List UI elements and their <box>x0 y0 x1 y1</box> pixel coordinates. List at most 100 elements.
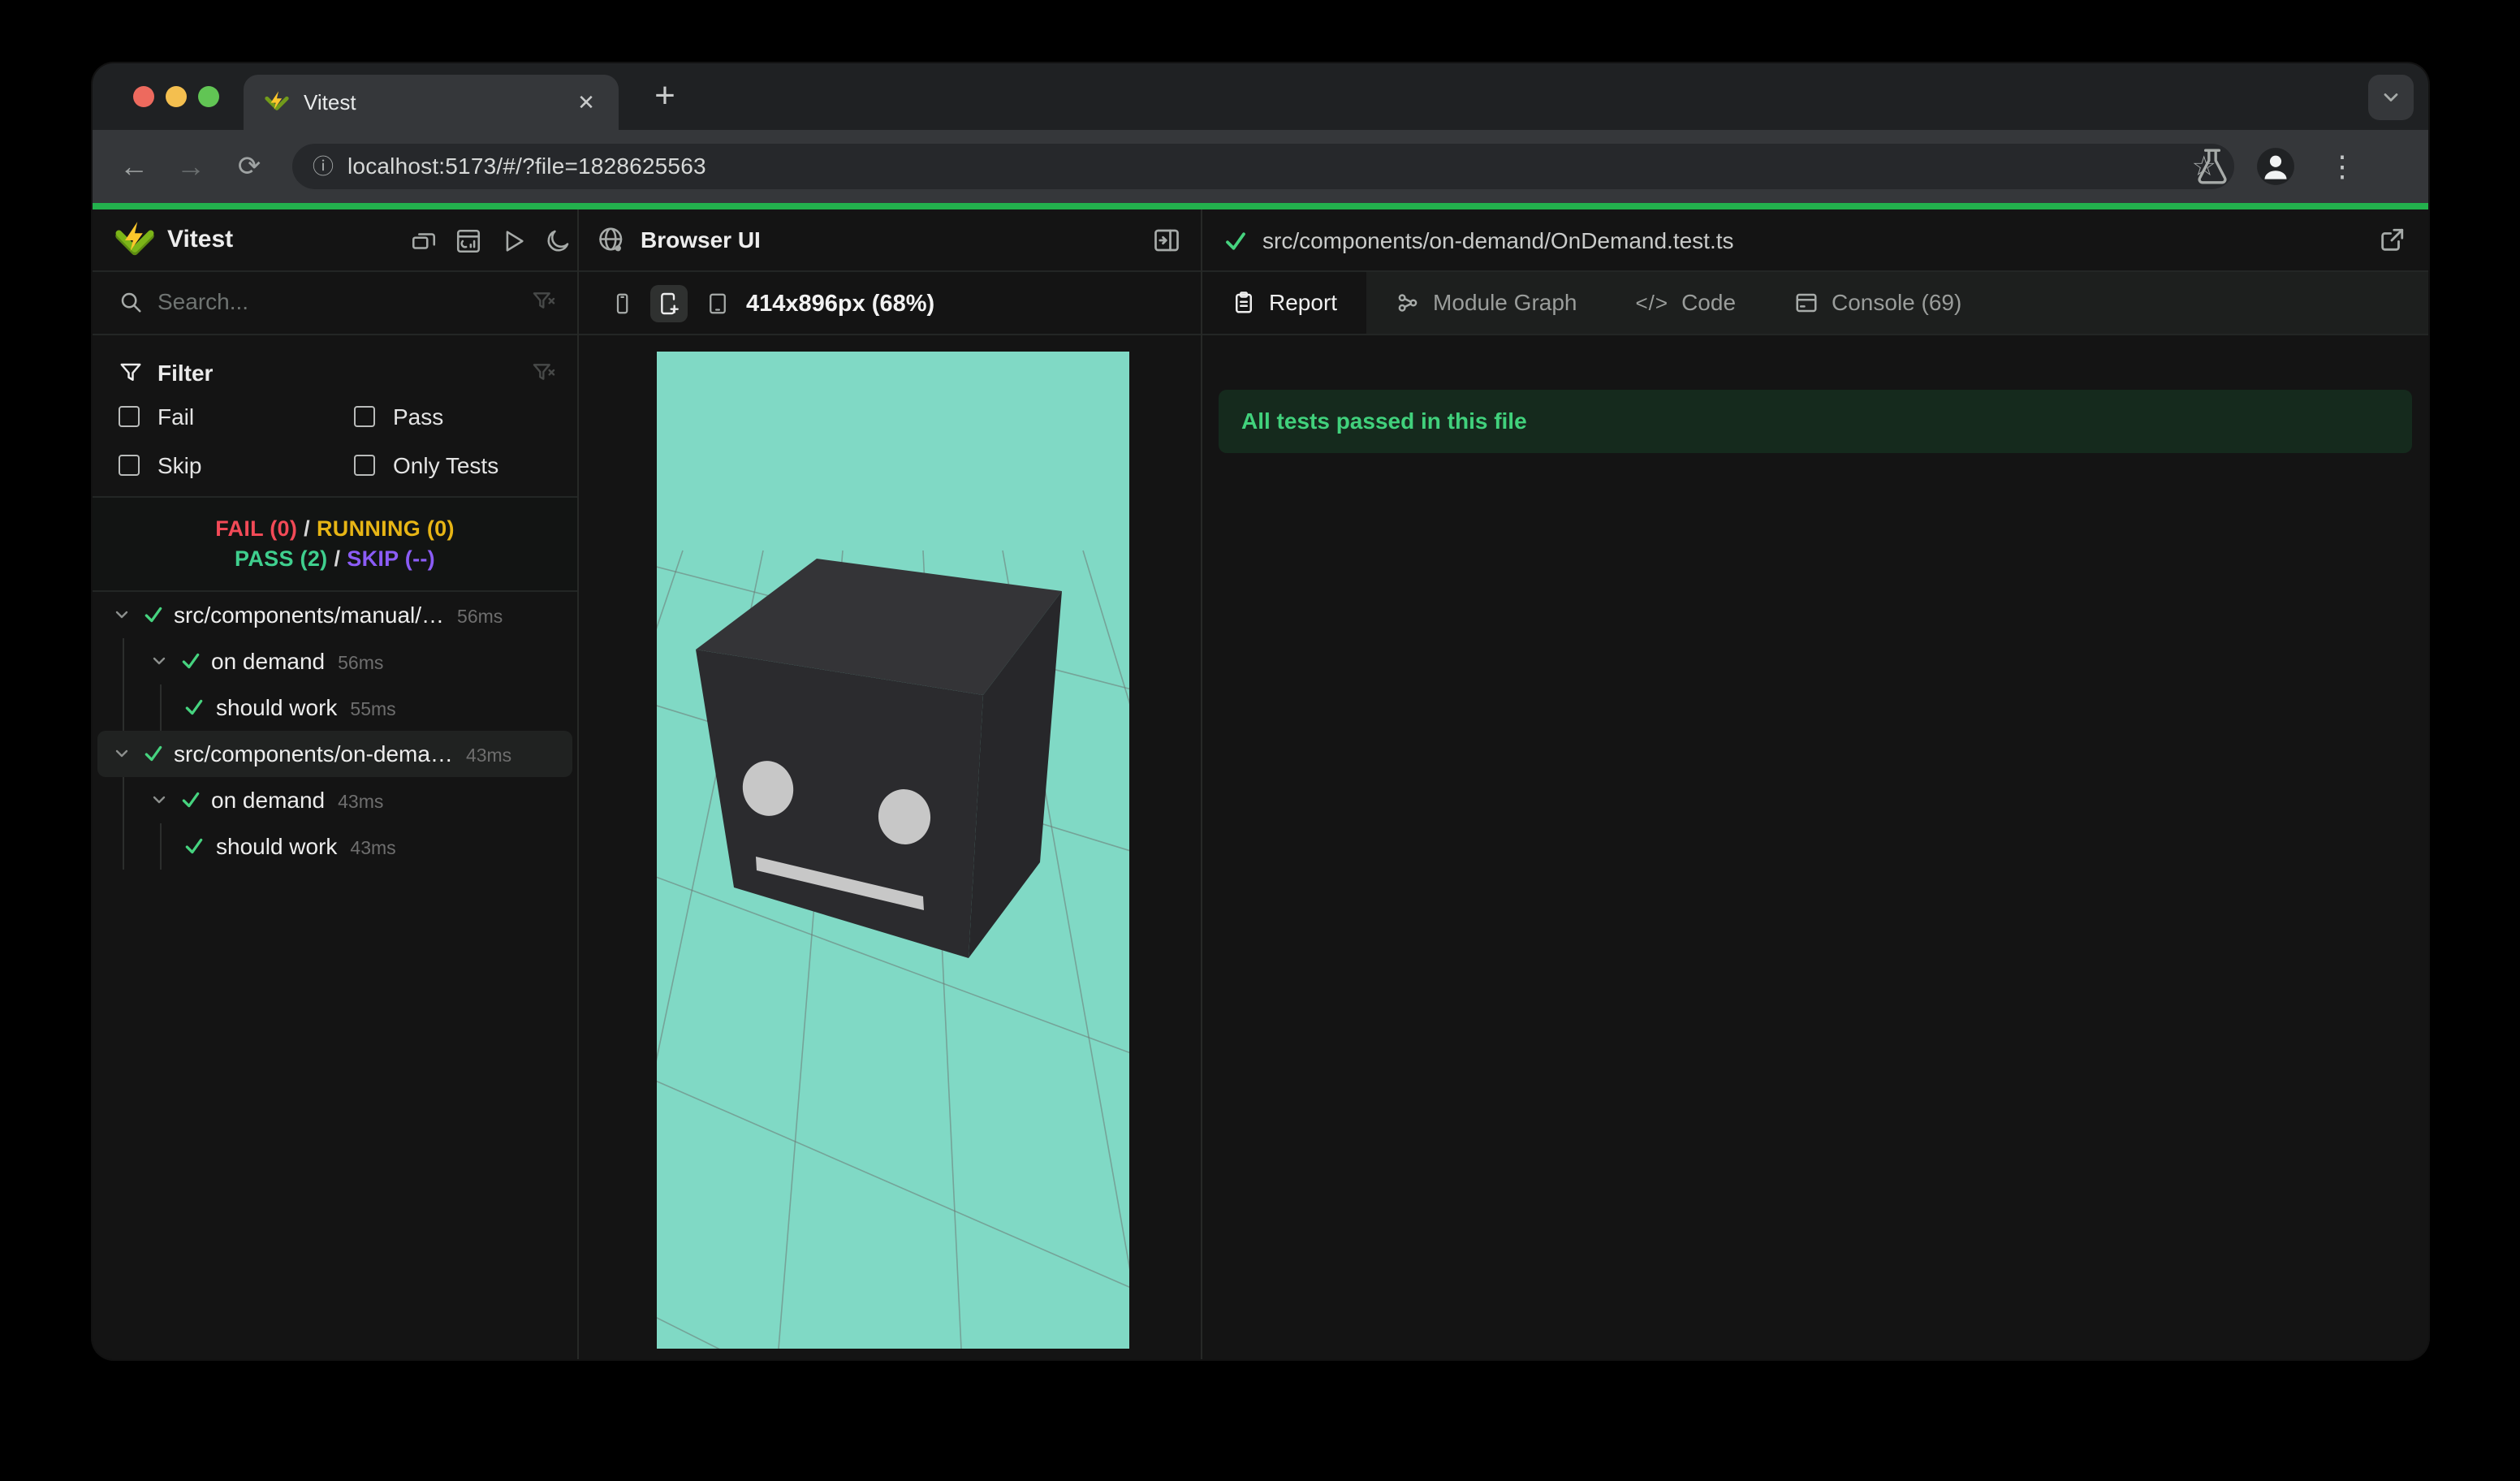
stats-line-2: PASS (2) / SKIP (--) <box>235 546 435 572</box>
stats-line-1: FAIL (0) / RUNNING (0) <box>215 516 455 542</box>
experiments-flask-icon[interactable] <box>2192 146 2233 187</box>
tree-row-test[interactable]: should work 55ms <box>93 684 577 731</box>
site-info-icon[interactable]: ⓘ <box>309 152 338 181</box>
dashboard-icon[interactable] <box>455 227 482 255</box>
test-duration: 56ms <box>338 652 384 673</box>
chevron-down-icon[interactable] <box>112 605 132 624</box>
tree-row-suite[interactable]: on demand 56ms <box>93 638 577 684</box>
browser-tab[interactable]: Vitest ✕ <box>244 75 619 130</box>
browser-toolbar: ← → ⟳ ⓘ localhost:5173/#/?file=182862556… <box>93 130 2428 203</box>
phone-plus-icon <box>661 292 679 315</box>
stat-pass: PASS (2) <box>235 546 328 571</box>
browser-ui-header: Browser UI <box>579 209 1201 272</box>
filter-funnel-icon <box>120 363 141 381</box>
tree-row-file-selected[interactable]: src/components/on-dema… 43ms <box>97 731 572 777</box>
collapse-panels-icon[interactable] <box>410 227 438 255</box>
filter-checkbox-pass[interactable] <box>354 406 375 427</box>
tablet-icon <box>710 293 726 314</box>
phone-small-icon <box>616 293 628 314</box>
tab-console[interactable]: Console (69) <box>1765 272 1991 334</box>
robot-cube-scene <box>412 352 1327 1359</box>
search-input[interactable] <box>158 283 466 322</box>
test-file-label: src/components/on-dema… <box>174 740 453 766</box>
tab-module-graph-label: Module Graph <box>1433 290 1577 315</box>
chevron-down-icon[interactable] <box>149 651 169 671</box>
stat-running: RUNNING (0) <box>316 516 455 541</box>
filter-checkbox-fail[interactable] <box>119 406 140 427</box>
pass-check-icon <box>182 792 200 808</box>
tab-close-icon[interactable]: ✕ <box>573 89 599 115</box>
test-duration: 43ms <box>338 791 384 812</box>
test-preview-viewport[interactable] <box>412 352 1327 1359</box>
report-header: src/components/on-demand/OnDemand.test.t… <box>1202 209 2428 272</box>
open-external-icon[interactable] <box>2378 227 2406 254</box>
expand-panel-icon[interactable] <box>1152 226 1181 255</box>
report-clipboard-icon <box>1236 291 1252 313</box>
test-suite-label: on demand <box>211 787 326 813</box>
dark-mode-moon-icon[interactable] <box>544 227 572 255</box>
device-tablet-button[interactable] <box>699 285 736 322</box>
tab-code-label: Code <box>1681 290 1737 315</box>
tab-module-graph[interactable]: Module Graph <box>1366 272 1606 334</box>
test-file-label: src/components/manual/… <box>174 602 445 628</box>
test-suite-label: on demand <box>211 648 326 674</box>
run-all-icon[interactable] <box>499 227 527 255</box>
browser-menu-icon[interactable]: ⋮ <box>2322 146 2362 187</box>
chevron-down-icon[interactable] <box>112 744 132 763</box>
viewport-dimensions-label: 414x896px (68%) <box>746 291 935 317</box>
clear-filters-icon[interactable] <box>531 361 557 386</box>
app-title: Vitest <box>167 226 234 253</box>
filter-title: Filter <box>158 361 214 386</box>
window-zoom-button[interactable] <box>198 86 219 107</box>
filter-label-pass: Pass <box>393 404 444 430</box>
report-tab-bar: Report Module Graph </> Code Console (69… <box>1202 272 2428 335</box>
pass-check-icon <box>145 745 162 762</box>
test-progress-bar <box>93 203 2428 209</box>
test-duration: 56ms <box>457 606 503 627</box>
stat-fail: FAIL (0) <box>215 516 298 541</box>
clear-search-filter-icon[interactable] <box>531 289 557 315</box>
test-tree: src/components/manual/… 56ms on demand 5… <box>93 592 577 870</box>
window-close-button[interactable] <box>133 86 154 107</box>
forward-button[interactable]: → <box>172 148 209 185</box>
back-button[interactable]: ← <box>115 148 153 185</box>
device-phone-small-button[interactable] <box>603 285 641 322</box>
file-pass-check-icon <box>1226 232 1245 250</box>
test-stats: FAIL (0) / RUNNING (0) PASS (2) / SKIP (--) <box>93 496 577 592</box>
tab-strip: Vitest ✕ + <box>93 63 2428 130</box>
sidebar: Vitest Search... Filter Fail Pass Skip O… <box>93 209 577 1359</box>
filter-checkbox-only-tests[interactable] <box>354 455 375 476</box>
tree-row-file[interactable]: src/components/manual/… 56ms <box>93 592 577 638</box>
pass-check-icon <box>185 699 203 715</box>
device-phone-plus-button[interactable] <box>650 285 688 322</box>
window-minimize-button[interactable] <box>166 86 187 107</box>
tab-title: Vitest <box>304 89 356 114</box>
pass-check-icon <box>182 653 200 669</box>
search-icon <box>121 292 141 313</box>
stat-separator: / <box>304 516 310 541</box>
tab-console-label: Console (69) <box>1832 290 1962 315</box>
new-tab-button[interactable]: + <box>646 78 684 115</box>
stat-skip: SKIP (--) <box>347 546 435 571</box>
tab-report[interactable]: Report <box>1202 272 1367 334</box>
sidebar-header: Vitest <box>93 209 577 272</box>
module-graph-icon <box>1398 294 1418 312</box>
browser-ui-panel: Browser UI 414x896px (68%) <box>412 209 1327 1359</box>
reload-button[interactable]: ⟳ <box>231 148 268 185</box>
chevron-down-icon[interactable] <box>149 790 169 810</box>
vitest-logo-icon <box>115 222 154 256</box>
test-duration: 55ms <box>350 698 396 719</box>
tree-row-suite[interactable]: on demand 43ms <box>93 777 577 823</box>
filter-checkbox-skip[interactable] <box>119 455 140 476</box>
pass-check-icon <box>145 607 162 623</box>
profile-avatar-icon[interactable] <box>2255 146 2296 187</box>
tree-row-test[interactable]: should work 43ms <box>93 823 577 870</box>
banner-text: All tests passed in this file <box>1241 408 1527 434</box>
vitest-app: Vitest Search... Filter Fail Pass Skip O… <box>93 209 2428 1359</box>
url-text: localhost:5173/#/?file=1828625563 <box>347 153 706 179</box>
report-panel: src/components/on-demand/OnDemand.test.t… <box>1202 209 2428 1359</box>
tab-code[interactable]: </> Code <box>1606 272 1765 334</box>
address-bar[interactable]: ⓘ localhost:5173/#/?file=1828625563 ☆ <box>292 144 2234 189</box>
tab-overflow-button[interactable] <box>2368 75 2414 120</box>
test-case-label: should work <box>216 694 338 720</box>
